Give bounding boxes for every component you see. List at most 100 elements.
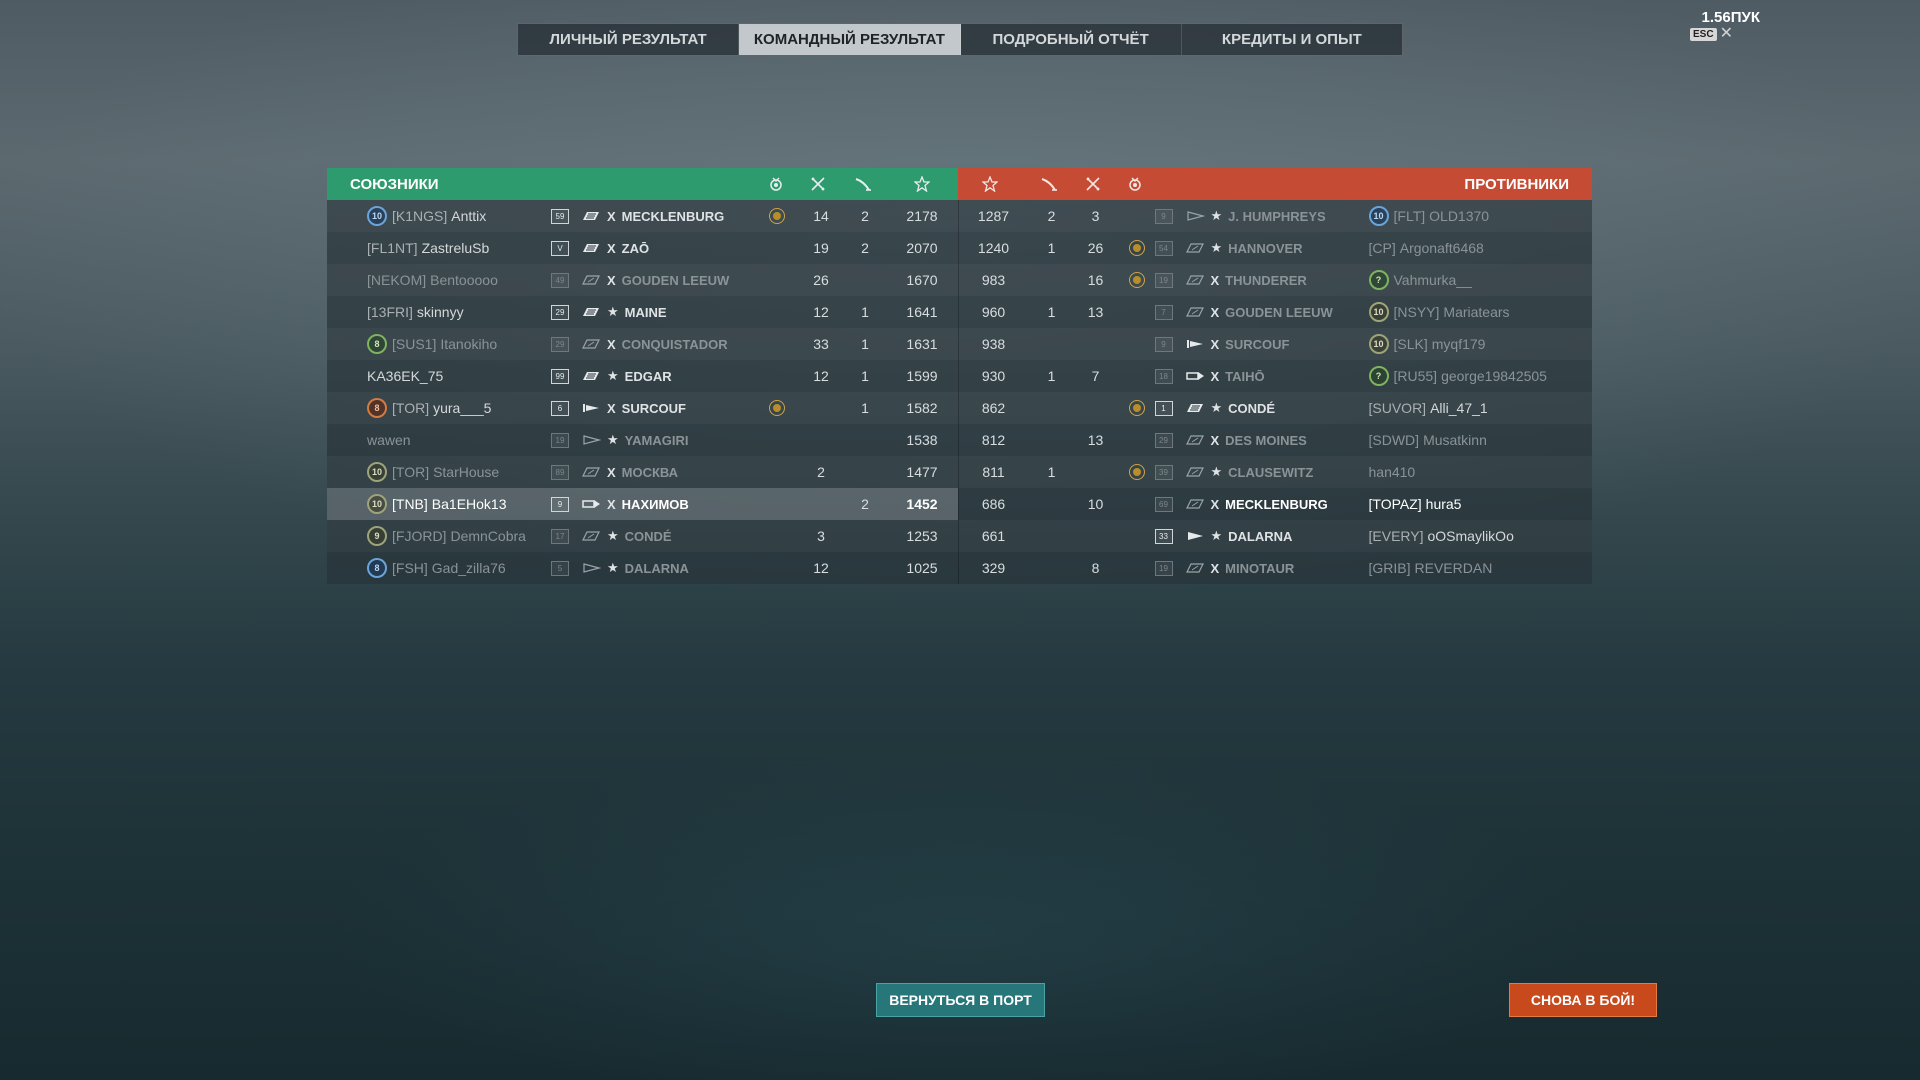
table-row: [FL1NT] ZastreluSb V X ZAŌ 19 2 2070 1240 1 26 54 ★ H… (327, 232, 1592, 264)
planes-icon[interactable] (809, 176, 827, 192)
ally-row[interactable]: 9 [FJORD] DemnCobra 17 ★ CONDÉ 3 1253 (327, 520, 958, 552)
clan-tag: [TOPAZ] (1368, 496, 1422, 512)
tab-credits-exp[interactable]: КРЕДИТЫ И ОПЫТ (1182, 24, 1402, 55)
player-name[interactable]: [TOPAZ] hura5 (1369, 488, 1462, 520)
player-name[interactable]: 9 [FJORD] DemnCobra (367, 520, 526, 552)
ship-cell[interactable]: 19 X THUNDERER (1154, 264, 1307, 296)
enemy-row[interactable]: 960 1 13 7 X GOUDEN LEEUW 10 [NSYY] Mariatears (957, 296, 1593, 328)
star-icon[interactable] (981, 176, 999, 192)
ship-cell[interactable]: 54 ★ HANNOVER (1154, 232, 1303, 264)
enemy-row[interactable]: 1240 1 26 54 ★ HANNOVER [CP] Argonaft6468 (957, 232, 1593, 264)
player-name[interactable]: 8 [FSH] Gad_zilla76 (367, 552, 506, 584)
enemy-row[interactable]: 1287 2 3 9 ★ J. HUMPHREYS 10 [FLT] OLD1370 (957, 200, 1593, 232)
player-name[interactable]: ? Vahmurka__ (1368, 264, 1472, 296)
ship-cell[interactable]: 19 X MINOTAUR (1154, 552, 1294, 584)
ally-row[interactable]: KA36EK_75 99 ★ EDGAR 12 1 1599 (327, 360, 958, 392)
ship-cell[interactable]: 1 ★ CONDÉ (1154, 392, 1275, 424)
player-name[interactable]: 10 [K1NGS] Anttix (367, 200, 486, 232)
ally-row[interactable]: [NEKOM] Bentooooo 49 X GOUDEN LEEUW 26 1670 (327, 264, 958, 296)
ship-cell[interactable]: 29 X DES MOINES (1154, 424, 1307, 456)
ship-cell[interactable]: 9 X НАХИМОВ (551, 488, 689, 520)
player-name[interactable]: [CP] Argonaft6468 (1369, 232, 1484, 264)
ship-cell[interactable]: 19 ★ YAMAGIRI (551, 424, 688, 456)
enemy-row[interactable]: 329 8 19 X MINOTAUR [GRIB] REVERDAN (957, 552, 1593, 584)
player-name[interactable]: [EVERY] oOSmaylikOo (1369, 520, 1514, 552)
ship-cell[interactable]: 29 X CONQUISTADOR (551, 328, 728, 360)
ship-cell[interactable]: 99 ★ EDGAR (551, 360, 672, 392)
ally-row[interactable]: 10 [TOR] StarHouse 89 X МОСКВА 2 1477 (327, 456, 958, 488)
ally-row[interactable]: 10 [TNB] Ba1EHok13 9 X НАХИМОВ 2 1452 (327, 488, 958, 520)
medal-icon[interactable] (1126, 176, 1144, 192)
ship-cell[interactable]: 39 ★ CLAUSEWITZ (1154, 456, 1313, 488)
clan-tag: [GRIB] (1368, 560, 1411, 576)
tab-personal-result[interactable]: ЛИЧНЫЙ РЕЗУЛЬТАТ (518, 24, 740, 55)
player-name[interactable]: 10 [SLK] myqf179 (1368, 328, 1485, 360)
esc-close-button[interactable]: ESC ✕ (1690, 26, 1733, 42)
ship-cell[interactable]: 5 ★ DALARNA (551, 552, 689, 584)
enemy-row[interactable]: 812 13 29 X DES MOINES [SDWD] Musatkinn (957, 424, 1593, 456)
ship-name: НАХИМОВ (621, 496, 689, 512)
ally-row[interactable]: wawen 19 ★ YAMAGIRI 1538 (327, 424, 958, 456)
enemy-row[interactable]: 938 9 X SURCOUF 10 [SLK] myqf179 (957, 328, 1593, 360)
ship-cell[interactable]: 18 X TAIHŌ (1154, 360, 1265, 392)
ship-cell[interactable]: 49 X GOUDEN LEEUW (551, 264, 729, 296)
player-name[interactable]: 8 [SUS1] Itanokiho (367, 328, 497, 360)
enemy-row[interactable]: 661 33 ★ DALARNA [EVERY] oOSmaylikOo (957, 520, 1593, 552)
enemy-row[interactable]: 686 10 69 X MECKLENBURG [TOPAZ] hura5 (957, 488, 1593, 520)
return-to-port-button[interactable]: ВЕРНУТЬСЯ В ПОРТ (876, 983, 1045, 1017)
esc-key-label: ESC (1690, 27, 1717, 41)
player-name[interactable]: [GRIB] REVERDAN (1369, 552, 1493, 584)
ally-row[interactable]: 8 [SUS1] Itanokiho 29 X CONQUISTADOR 33 1 1631 (327, 328, 958, 360)
rank-badge-icon: 10 (367, 494, 387, 514)
player-rows: 10 [K1NGS] Anttix 59 X MECKLENBURG 14 2 2178 1287… (327, 200, 1592, 584)
player-name[interactable]: [SUVOR] Alli_47_1 (1369, 392, 1488, 424)
enemy-row[interactable]: 862 1 ★ CONDÉ [SUVOR] Alli_47_1 (957, 392, 1593, 424)
battle-again-button[interactable]: СНОВА В БОЙ! (1509, 983, 1657, 1017)
ship-cell[interactable]: 59 X MECKLENBURG (551, 200, 724, 232)
ship-cell[interactable]: V X ZAŌ (551, 232, 649, 264)
nickname: REVERDAN (1414, 560, 1493, 576)
player-name[interactable]: 10 [TOR] StarHouse (367, 456, 499, 488)
ally-row[interactable]: 8 [TOR] yura___5 6 X SURCOUF 1 1582 (327, 392, 958, 424)
medal-icon (1128, 400, 1145, 416)
star-icon[interactable] (913, 176, 931, 192)
player-name[interactable]: [FL1NT] ZastreluSb (367, 232, 489, 264)
ship-type-icon (1185, 402, 1205, 414)
ship-cell[interactable]: 33 ★ DALARNA (1154, 520, 1292, 552)
torpedo-icon[interactable] (854, 176, 872, 192)
ship-cell[interactable]: 69 X MECKLENBURG (1154, 488, 1328, 520)
ship-cell[interactable]: 7 X GOUDEN LEEUW (1154, 296, 1333, 328)
player-name[interactable]: han410 (1369, 456, 1416, 488)
player-name[interactable]: wawen (367, 424, 411, 456)
player-name[interactable]: ? [RU55] george19842505 (1368, 360, 1547, 392)
player-name[interactable]: 10 [FLT] OLD1370 (1368, 200, 1489, 232)
ship-cell[interactable]: 29 ★ MAINE (551, 296, 667, 328)
ally-row[interactable]: 8 [FSH] Gad_zilla76 5 ★ DALARNA 12 1025 (327, 552, 958, 584)
ship-cell[interactable]: 9 ★ J. HUMPHREYS (1154, 200, 1326, 232)
torpedo-icon[interactable] (1040, 176, 1058, 192)
ship-cell[interactable]: 17 ★ CONDÉ (551, 520, 672, 552)
planes-count: 2 (817, 464, 825, 480)
planes-icon[interactable] (1084, 176, 1102, 192)
ship-cell[interactable]: 6 X SURCOUF (551, 392, 686, 424)
ship-cell[interactable]: 89 X МОСКВА (551, 456, 678, 488)
ally-row[interactable]: [13FRI] skinnyy 29 ★ MAINE 12 1 1641 (327, 296, 958, 328)
player-name[interactable]: 10 [NSYY] Mariatears (1368, 296, 1510, 328)
ship-type-icon (1185, 434, 1205, 446)
ally-row[interactable]: 10 [K1NGS] Anttix 59 X MECKLENBURG 14 2 2178 (327, 200, 958, 232)
player-name[interactable]: 10 [TNB] Ba1EHok13 (367, 488, 507, 520)
nickname: Ba1EHok13 (431, 496, 507, 512)
ship-cell[interactable]: 9 X SURCOUF (1154, 328, 1289, 360)
ally-row[interactable]: [FL1NT] ZastreluSb V X ZAŌ 19 2 2070 (327, 232, 958, 264)
tab-team-result[interactable]: КОМАНДНЫЙ РЕЗУЛЬТАТ (739, 24, 961, 55)
enemy-row[interactable]: 930 1 7 18 X TAIHŌ? [RU55] george19842505 (957, 360, 1593, 392)
enemy-row[interactable]: 811 1 39 ★ CLAUSEWITZ han410 (957, 456, 1593, 488)
player-name[interactable]: [13FRI] skinnyy (367, 296, 464, 328)
player-name[interactable]: [NEKOM] Bentooooo (367, 264, 498, 296)
enemy-row[interactable]: 983 16 19 X THUNDERER? Vahmurka__ (957, 264, 1593, 296)
player-name[interactable]: 8 [TOR] yura___5 (367, 392, 491, 424)
medal-icon[interactable] (767, 176, 785, 192)
player-name[interactable]: KA36EK_75 (367, 360, 443, 392)
player-name[interactable]: [SDWD] Musatkinn (1369, 424, 1487, 456)
tab-detailed-report[interactable]: ПОДРОБНЫЙ ОТЧЁТ (961, 24, 1182, 55)
